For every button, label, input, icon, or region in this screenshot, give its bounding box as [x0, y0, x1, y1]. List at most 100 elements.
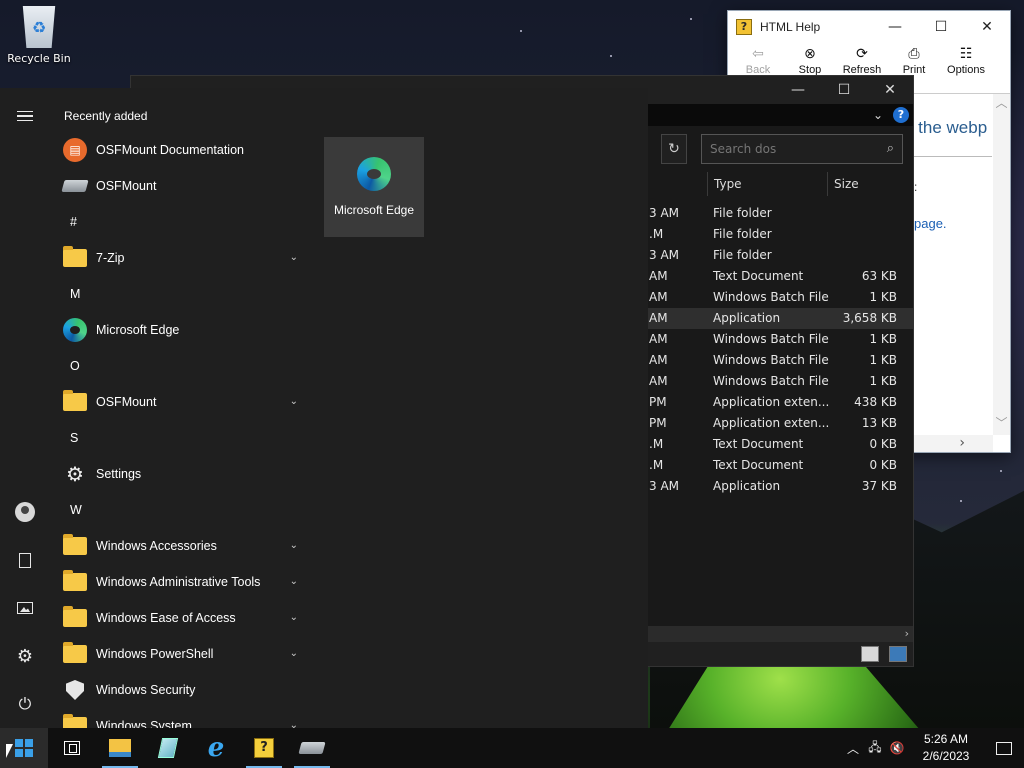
- app-label: 7-Zip: [96, 251, 125, 265]
- app-settings[interactable]: ⚙ Settings: [50, 456, 312, 492]
- letter-header-o[interactable]: O: [50, 348, 312, 384]
- refresh-button[interactable]: ↻: [661, 134, 687, 164]
- app-windows-accessories[interactable]: Windows Accessories ⌄: [50, 528, 312, 564]
- app-osfmount-recent[interactable]: OSFMount: [50, 168, 312, 204]
- scroll-down-icon[interactable]: ﹀: [993, 414, 1010, 431]
- cell-type: File folder: [713, 206, 772, 220]
- app-osfmount-folder[interactable]: OSFMount ⌄: [50, 384, 312, 420]
- letter-header-s[interactable]: S: [50, 420, 312, 456]
- app-label: Settings: [96, 467, 142, 481]
- scroll-right-icon[interactable]: ›: [905, 626, 909, 642]
- search-icon: ⌕: [886, 141, 894, 156]
- clock[interactable]: 5:26 AM 2/6/2023: [908, 731, 984, 765]
- cell-size: 37 KB: [861, 479, 897, 493]
- taskbar-html-help[interactable]: ?: [240, 728, 288, 768]
- cell-date: AM: [649, 311, 668, 325]
- cell-size: 1 KB: [869, 374, 897, 388]
- folder-icon: [63, 246, 87, 267]
- minimize-button[interactable]: —: [872, 11, 918, 43]
- app-osfmount-documentation[interactable]: ▤ OSFMount Documentation: [50, 132, 312, 168]
- notification-icon: [996, 741, 1012, 755]
- minimize-button[interactable]: —: [775, 76, 821, 104]
- scroll-up-icon[interactable]: ︿: [993, 94, 1010, 111]
- app-windows-system[interactable]: Windows System ⌄: [50, 708, 312, 728]
- maximize-button[interactable]: ☐: [918, 11, 964, 43]
- search-input[interactable]: [710, 142, 870, 156]
- column-type[interactable]: Type: [707, 172, 827, 196]
- app-windows-security[interactable]: Windows Security: [50, 672, 312, 708]
- shield-icon: [66, 680, 84, 700]
- taskbar-notepad[interactable]: [144, 728, 192, 768]
- star: [690, 18, 692, 20]
- picture-icon: [17, 602, 33, 614]
- action-center-button[interactable]: [984, 741, 1024, 755]
- gear-icon: ⚙: [16, 645, 34, 667]
- task-view-button[interactable]: [48, 728, 96, 768]
- large-icons-view-button[interactable]: [889, 646, 907, 662]
- stop-button[interactable]: ⊗ Stop: [786, 43, 834, 77]
- cell-type: Windows Batch File: [713, 374, 829, 388]
- recycle-bin[interactable]: Recycle Bin: [4, 6, 74, 65]
- cell-type: Application: [713, 479, 781, 493]
- close-button[interactable]: ✕: [964, 11, 1010, 43]
- help-window-title: HTML Help: [760, 20, 821, 34]
- network-icon[interactable]: 🖧: [864, 738, 886, 759]
- power-button[interactable]: ⏻: [0, 684, 50, 724]
- settings-rail-button[interactable]: ⚙: [0, 636, 50, 676]
- cell-date: .M: [649, 458, 664, 472]
- scroll-right-icon[interactable]: ›: [959, 435, 965, 451]
- back-arrow-icon: ⇦: [752, 44, 764, 61]
- print-button[interactable]: ⎙ Print: [890, 43, 938, 77]
- refresh-button[interactable]: ⟳ Refresh: [838, 43, 886, 77]
- chevron-down-icon[interactable]: ⌄: [873, 108, 883, 122]
- details-view-button[interactable]: [861, 646, 879, 662]
- taskbar-file-explorer[interactable]: [96, 728, 144, 768]
- show-hidden-icons-button[interactable]: ︿: [842, 740, 864, 757]
- app-7zip-folder[interactable]: 7-Zip ⌄: [50, 240, 312, 276]
- chevron-down-icon: ⌄: [289, 720, 298, 728]
- letter-header-w[interactable]: W: [50, 492, 312, 528]
- app-windows-powershell[interactable]: Windows PowerShell ⌄: [50, 636, 312, 672]
- documents-button[interactable]: [0, 540, 50, 580]
- cell-date: PM: [649, 416, 667, 430]
- app-microsoft-edge[interactable]: Microsoft Edge: [50, 312, 312, 348]
- back-button[interactable]: ⇦ Back: [734, 43, 782, 77]
- search-box[interactable]: ⌕: [701, 134, 903, 164]
- help-vertical-scrollbar[interactable]: ︿ ﹀: [993, 94, 1010, 435]
- refresh-icon: ↻: [668, 141, 680, 157]
- cell-date: .M: [649, 227, 664, 241]
- app-windows-ease-of-access[interactable]: Windows Ease of Access ⌄: [50, 600, 312, 636]
- expand-menu-button[interactable]: [0, 96, 50, 136]
- close-button[interactable]: ✕: [867, 76, 913, 104]
- help-horizontal-scrollbar[interactable]: ›: [908, 435, 993, 452]
- pictures-button[interactable]: [0, 588, 50, 628]
- start-menu: ⚙ ⏻ Recently added ▤ OSFMount Documentat…: [0, 88, 648, 728]
- cell-date: 3 AM: [649, 248, 680, 262]
- cell-size: 3,658 KB: [842, 311, 897, 325]
- taskbar: e ? ︿ 🖧 🔇 5:26 AM 2/6/2023: [0, 728, 1024, 768]
- options-button[interactable]: ☷ Options: [942, 43, 990, 77]
- cell-type: Windows Batch File: [713, 332, 829, 346]
- options-icon: ☷: [959, 44, 973, 61]
- maximize-button[interactable]: ☐: [821, 76, 867, 104]
- cell-date: AM: [649, 332, 668, 346]
- help-link[interactable]: page.: [914, 216, 947, 231]
- letter-header-hash[interactable]: #: [50, 204, 312, 240]
- app-windows-administrative-tools[interactable]: Windows Administrative Tools ⌄: [50, 564, 312, 600]
- system-tray: ︿ 🖧 🔇 5:26 AM 2/6/2023: [842, 728, 1024, 768]
- taskbar-osfmount[interactable]: [288, 728, 336, 768]
- star: [520, 30, 522, 32]
- help-titlebar[interactable]: ? HTML Help — ☐ ✕: [728, 11, 1010, 43]
- chevron-down-icon: ⌄: [289, 396, 298, 407]
- tile-microsoft-edge[interactable]: Microsoft Edge: [324, 137, 424, 237]
- letter-header-m[interactable]: M: [50, 276, 312, 312]
- volume-muted-icon[interactable]: 🔇: [886, 741, 908, 755]
- cell-type: File folder: [713, 227, 772, 241]
- column-size[interactable]: Size: [827, 172, 907, 196]
- taskbar-internet-explorer[interactable]: e: [192, 728, 240, 768]
- cell-type: Application exten...: [713, 416, 830, 430]
- help-icon[interactable]: ?: [893, 107, 909, 123]
- cell-size: 438 KB: [854, 395, 897, 409]
- account-button[interactable]: [0, 492, 50, 532]
- windows-logo-icon: [15, 739, 33, 757]
